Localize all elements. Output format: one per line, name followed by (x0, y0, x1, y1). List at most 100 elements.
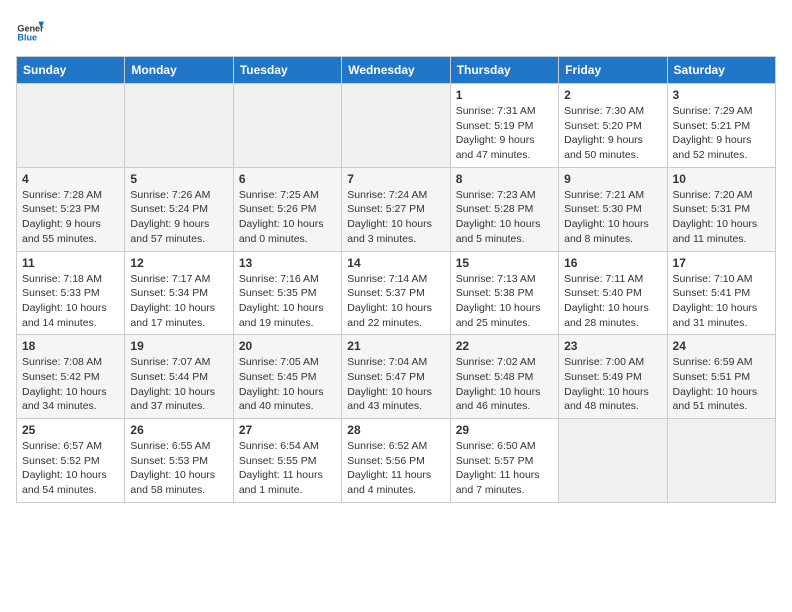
day-header-monday: Monday (125, 57, 233, 84)
day-info: Sunrise: 6:57 AM Sunset: 5:52 PM Dayligh… (22, 439, 119, 498)
calendar-cell: 29 Sunrise: 6:50 AM Sunset: 5:57 PM Dayli… (450, 419, 558, 503)
calendar-cell: 19Sunrise: 7:07 AM Sunset: 5:44 PM Dayli… (125, 335, 233, 419)
day-info: Sunrise: 7:28 AM Sunset: 5:23 PM Dayligh… (22, 188, 119, 247)
day-info: Sunrise: 7:11 AM Sunset: 5:40 PM Dayligh… (564, 272, 661, 331)
calendar-cell: 3 Sunrise: 7:29 AM Sunset: 5:21 PM Daylig… (667, 84, 775, 168)
day-number: 9 (564, 172, 661, 186)
day-header-sunday: Sunday (17, 57, 125, 84)
calendar-cell: 10 Sunrise: 7:20 AM Sunset: 5:31 PM Dayli… (667, 167, 775, 251)
day-number: 1 (456, 88, 553, 102)
day-info: Sunrise: 7:29 AM Sunset: 5:21 PM Dayligh… (673, 104, 770, 163)
day-info: Sunrise: 7:14 AM Sunset: 5:37 PM Dayligh… (347, 272, 444, 331)
calendar-cell: 8 Sunrise: 7:23 AM Sunset: 5:28 PM Daylig… (450, 167, 558, 251)
day-number: 21 (347, 339, 444, 353)
day-number: 27 (239, 423, 336, 437)
day-header-saturday: Saturday (667, 57, 775, 84)
day-number: 7 (347, 172, 444, 186)
calendar-cell: 28 Sunrise: 6:52 AM Sunset: 5:56 PM Dayli… (342, 419, 450, 503)
calendar-cell: 18Sunrise: 7:08 AM Sunset: 5:42 PM Dayli… (17, 335, 125, 419)
calendar-cell: 5 Sunrise: 7:26 AM Sunset: 5:24 PM Daylig… (125, 167, 233, 251)
calendar-cell: 11 Sunrise: 7:18 AM Sunset: 5:33 PM Dayli… (17, 251, 125, 335)
calendar-table: SundayMondayTuesdayWednesdayThursdayFrid… (16, 56, 776, 503)
logo: General Blue (16, 16, 44, 44)
day-number: 10 (673, 172, 770, 186)
day-number: 15 (456, 256, 553, 270)
day-number: 24 (673, 339, 770, 353)
day-info: Sunrise: 7:21 AM Sunset: 5:30 PM Dayligh… (564, 188, 661, 247)
calendar-week-5: 25 Sunrise: 6:57 AM Sunset: 5:52 PM Dayli… (17, 419, 776, 503)
day-number: 13 (239, 256, 336, 270)
day-number: 3 (673, 88, 770, 102)
calendar-cell (559, 419, 667, 503)
calendar-cell: 17Sunrise: 7:10 AM Sunset: 5:41 PM Dayli… (667, 251, 775, 335)
calendar-cell: 15 Sunrise: 7:13 AM Sunset: 5:38 PM Dayli… (450, 251, 558, 335)
day-info: Sunrise: 7:25 AM Sunset: 5:26 PM Dayligh… (239, 188, 336, 247)
day-number: 29 (456, 423, 553, 437)
day-info: Sunrise: 6:55 AM Sunset: 5:53 PM Dayligh… (130, 439, 227, 498)
calendar-cell: 7 Sunrise: 7:24 AM Sunset: 5:27 PM Daylig… (342, 167, 450, 251)
day-header-thursday: Thursday (450, 57, 558, 84)
calendar-cell (667, 419, 775, 503)
calendar-cell: 22 Sunrise: 7:02 AM Sunset: 5:48 PM Dayli… (450, 335, 558, 419)
day-info: Sunrise: 7:00 AM Sunset: 5:49 PM Dayligh… (564, 355, 661, 414)
day-info: Sunrise: 6:50 AM Sunset: 5:57 PM Dayligh… (456, 439, 553, 498)
calendar-cell (125, 84, 233, 168)
day-number: 28 (347, 423, 444, 437)
calendar-header-row: SundayMondayTuesdayWednesdayThursdayFrid… (17, 57, 776, 84)
logo-icon: General Blue (16, 16, 44, 44)
calendar-cell: 1Sunrise: 7:31 AM Sunset: 5:19 PM Daylig… (450, 84, 558, 168)
calendar-cell (342, 84, 450, 168)
day-info: Sunrise: 6:54 AM Sunset: 5:55 PM Dayligh… (239, 439, 336, 498)
calendar-cell: 6 Sunrise: 7:25 AM Sunset: 5:26 PM Daylig… (233, 167, 341, 251)
calendar-week-1: 1Sunrise: 7:31 AM Sunset: 5:19 PM Daylig… (17, 84, 776, 168)
calendar-cell: 16 Sunrise: 7:11 AM Sunset: 5:40 PM Dayli… (559, 251, 667, 335)
day-info: Sunrise: 6:52 AM Sunset: 5:56 PM Dayligh… (347, 439, 444, 498)
calendar-cell: 12Sunrise: 7:17 AM Sunset: 5:34 PM Dayli… (125, 251, 233, 335)
day-info: Sunrise: 7:24 AM Sunset: 5:27 PM Dayligh… (347, 188, 444, 247)
day-number: 22 (456, 339, 553, 353)
calendar-cell: 9 Sunrise: 7:21 AM Sunset: 5:30 PM Daylig… (559, 167, 667, 251)
day-number: 12 (130, 256, 227, 270)
day-header-friday: Friday (559, 57, 667, 84)
day-number: 14 (347, 256, 444, 270)
day-number: 20 (239, 339, 336, 353)
day-info: Sunrise: 7:23 AM Sunset: 5:28 PM Dayligh… (456, 188, 553, 247)
day-number: 6 (239, 172, 336, 186)
calendar-week-4: 18Sunrise: 7:08 AM Sunset: 5:42 PM Dayli… (17, 335, 776, 419)
calendar-cell: 13 Sunrise: 7:16 AM Sunset: 5:35 PM Dayli… (233, 251, 341, 335)
day-number: 2 (564, 88, 661, 102)
calendar-cell: 2 Sunrise: 7:30 AM Sunset: 5:20 PM Daylig… (559, 84, 667, 168)
day-info: Sunrise: 7:08 AM Sunset: 5:42 PM Dayligh… (22, 355, 119, 414)
page-header: General Blue (16, 16, 776, 44)
day-info: Sunrise: 7:07 AM Sunset: 5:44 PM Dayligh… (130, 355, 227, 414)
day-info: Sunrise: 7:30 AM Sunset: 5:20 PM Dayligh… (564, 104, 661, 163)
calendar-cell: 27 Sunrise: 6:54 AM Sunset: 5:55 PM Dayli… (233, 419, 341, 503)
svg-text:Blue: Blue (17, 33, 37, 43)
day-info: Sunrise: 7:02 AM Sunset: 5:48 PM Dayligh… (456, 355, 553, 414)
day-number: 11 (22, 256, 119, 270)
day-header-tuesday: Tuesday (233, 57, 341, 84)
day-number: 4 (22, 172, 119, 186)
day-header-wednesday: Wednesday (342, 57, 450, 84)
calendar-cell: 21 Sunrise: 7:04 AM Sunset: 5:47 PM Dayli… (342, 335, 450, 419)
calendar-cell: 20 Sunrise: 7:05 AM Sunset: 5:45 PM Dayli… (233, 335, 341, 419)
day-info: Sunrise: 7:05 AM Sunset: 5:45 PM Dayligh… (239, 355, 336, 414)
calendar-cell: 26 Sunrise: 6:55 AM Sunset: 5:53 PM Dayli… (125, 419, 233, 503)
calendar-cell (233, 84, 341, 168)
day-info: Sunrise: 7:04 AM Sunset: 5:47 PM Dayligh… (347, 355, 444, 414)
calendar-cell: 23 Sunrise: 7:00 AM Sunset: 5:49 PM Dayli… (559, 335, 667, 419)
calendar-cell: 24Sunrise: 6:59 AM Sunset: 5:51 PM Dayli… (667, 335, 775, 419)
day-number: 25 (22, 423, 119, 437)
day-number: 23 (564, 339, 661, 353)
day-info: Sunrise: 7:26 AM Sunset: 5:24 PM Dayligh… (130, 188, 227, 247)
day-number: 16 (564, 256, 661, 270)
day-info: Sunrise: 7:20 AM Sunset: 5:31 PM Dayligh… (673, 188, 770, 247)
day-info: Sunrise: 7:16 AM Sunset: 5:35 PM Dayligh… (239, 272, 336, 331)
day-number: 5 (130, 172, 227, 186)
calendar-cell (17, 84, 125, 168)
day-number: 8 (456, 172, 553, 186)
day-info: Sunrise: 7:18 AM Sunset: 5:33 PM Dayligh… (22, 272, 119, 331)
calendar-cell: 14 Sunrise: 7:14 AM Sunset: 5:37 PM Dayli… (342, 251, 450, 335)
day-number: 26 (130, 423, 227, 437)
day-info: Sunrise: 7:13 AM Sunset: 5:38 PM Dayligh… (456, 272, 553, 331)
